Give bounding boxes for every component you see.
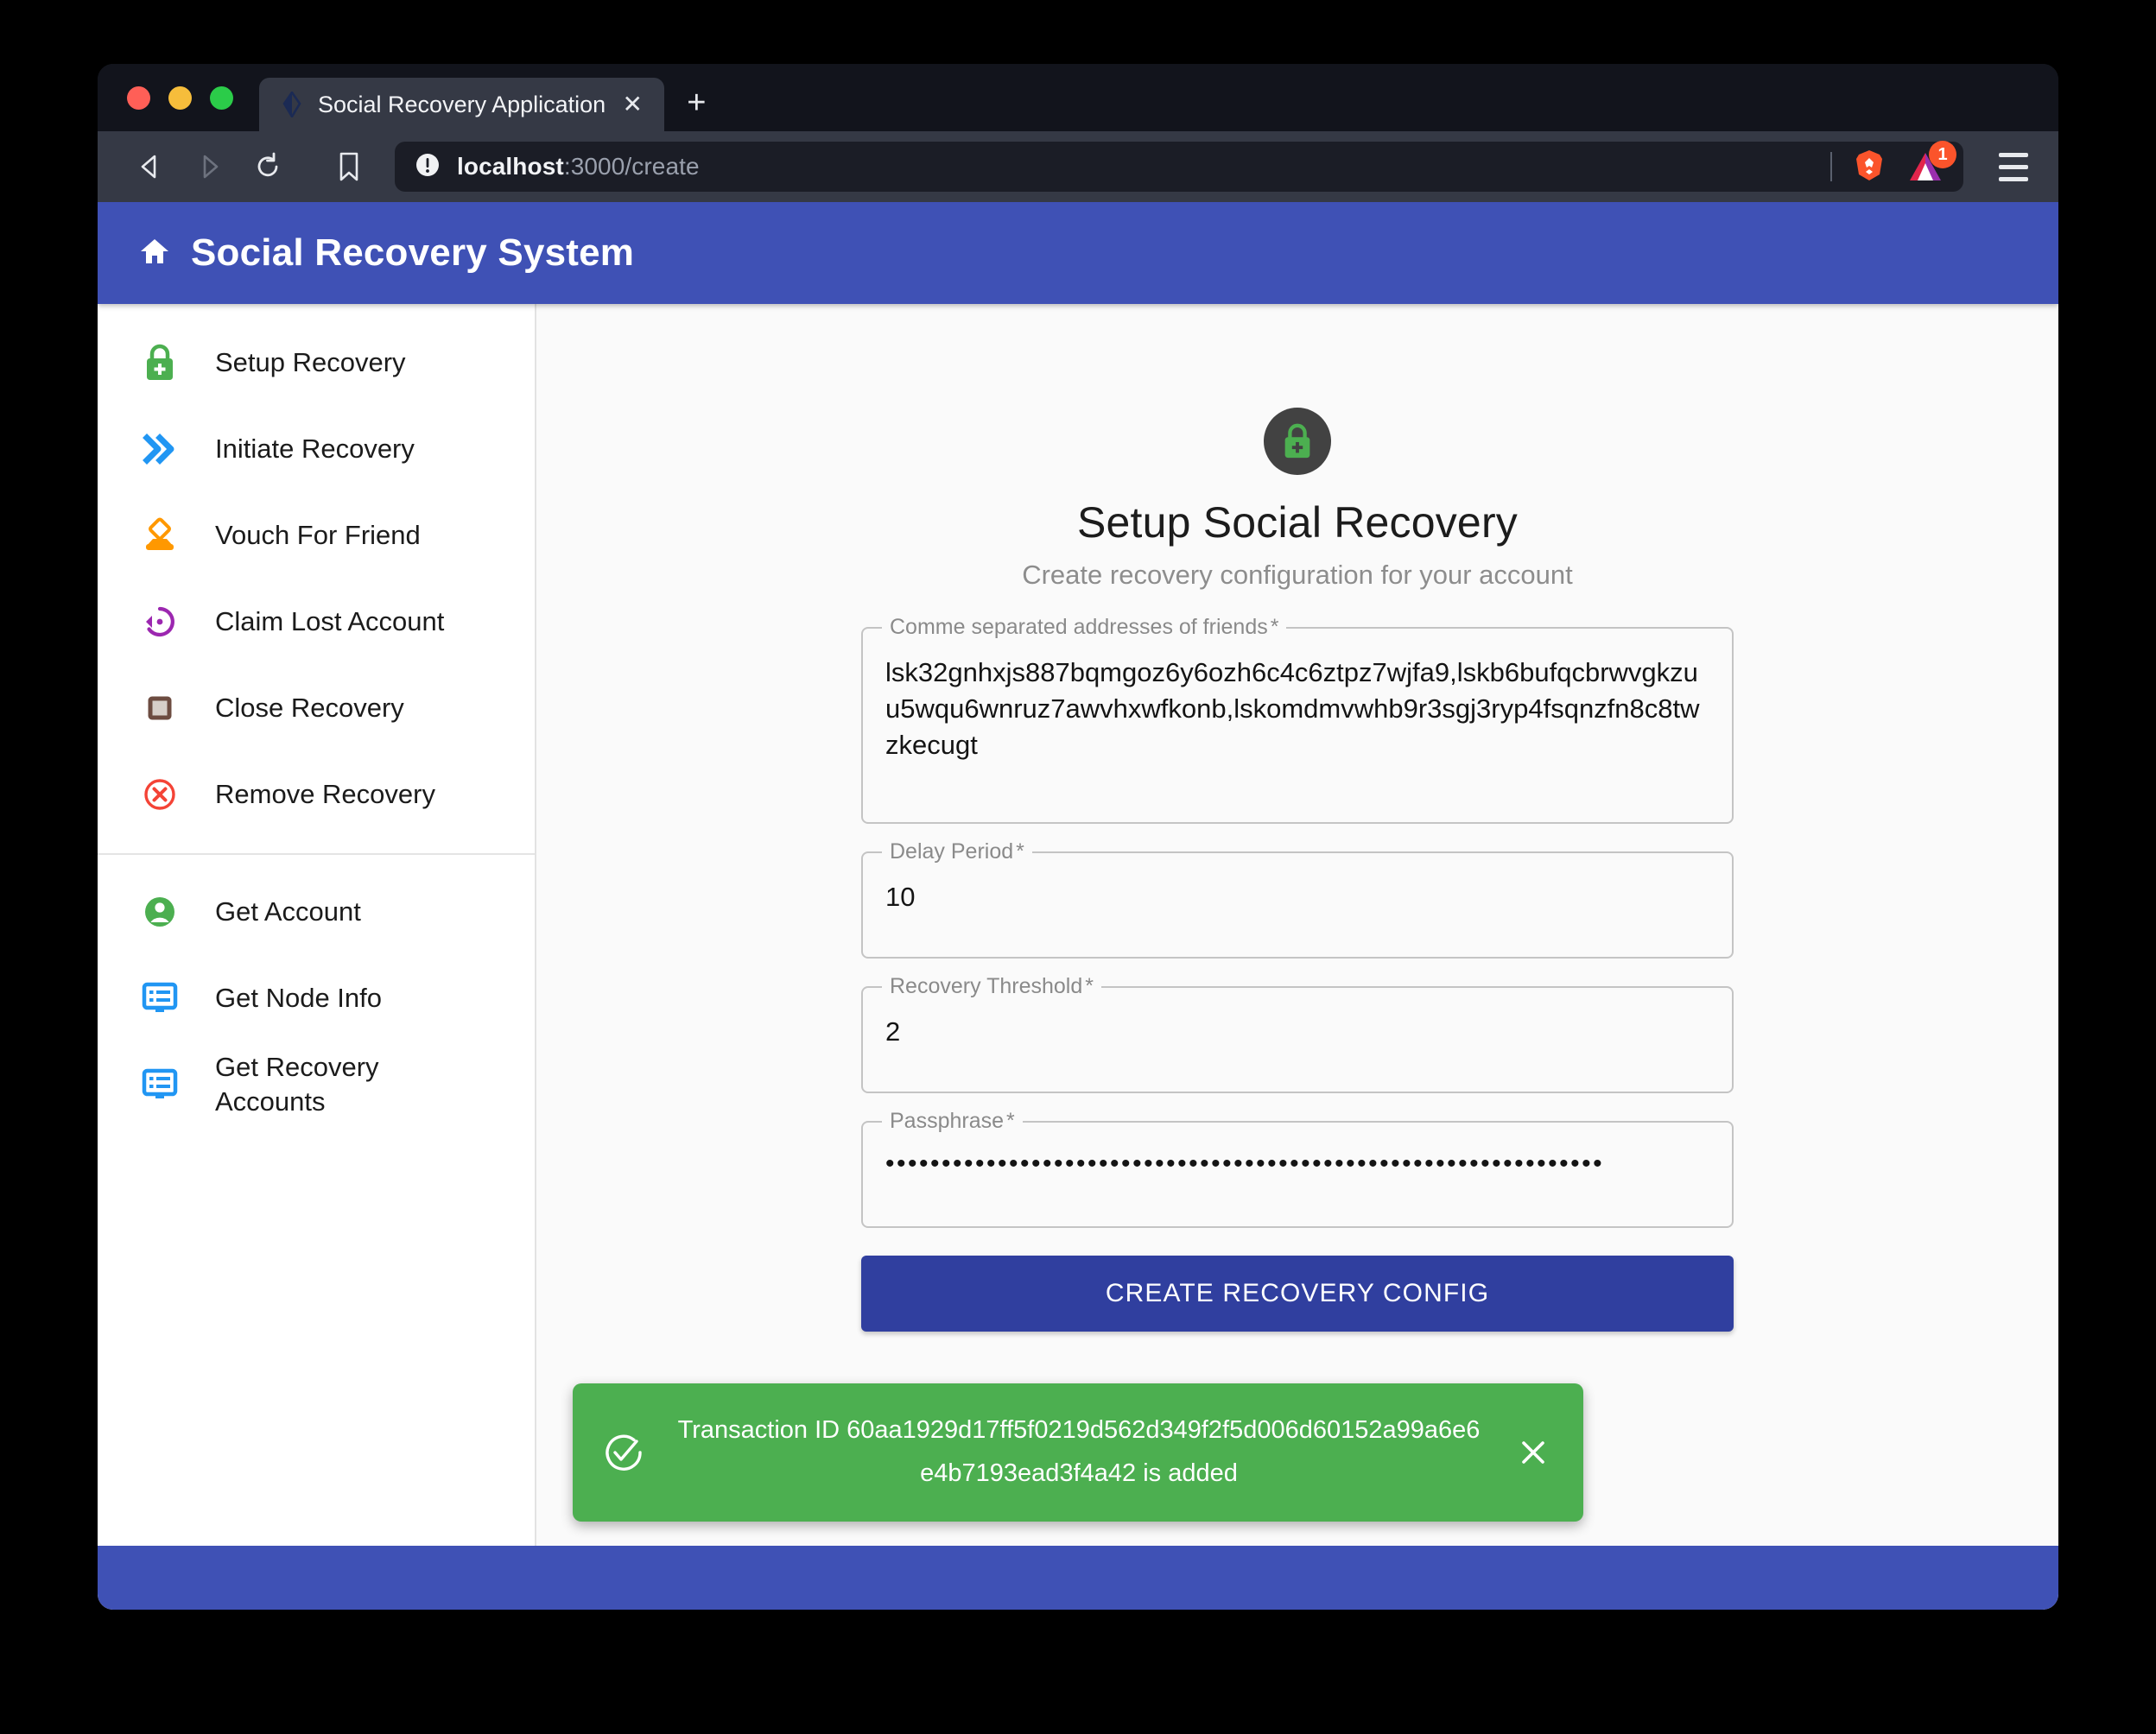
sidebar-item-remove-recovery[interactable]: Remove Recovery <box>98 751 535 838</box>
url-text: localhost:3000/create <box>457 153 700 180</box>
passphrase-field[interactable]: Passphrase * ••••••••••••••••••••••••••••… <box>861 1109 1734 1228</box>
vouch-upload-icon <box>137 513 182 558</box>
back-arrow-icon[interactable] <box>124 140 177 193</box>
window-traffic-lights <box>127 64 259 131</box>
bookmark-icon[interactable] <box>322 140 376 193</box>
new-tab-button[interactable]: + <box>687 86 706 119</box>
success-snackbar: Transaction ID 60aa1929d17ff5f0219d562d3… <box>573 1383 1583 1522</box>
node-list-icon <box>137 1062 182 1107</box>
lock-plus-icon <box>137 340 182 385</box>
sidebar-item-initiate-recovery[interactable]: Initiate Recovery <box>98 406 535 492</box>
bat-badge-count: 1 <box>1929 141 1956 168</box>
sidebar-item-label: Claim Lost Account <box>215 606 445 637</box>
setup-recovery-form: Setup Social Recovery Create recovery co… <box>861 408 1734 1546</box>
circle-x-icon <box>137 772 182 817</box>
sidebar-item-label: Initiate Recovery <box>215 434 415 465</box>
home-icon[interactable] <box>137 234 172 273</box>
lock-plus-icon <box>1264 408 1331 475</box>
form-title: Setup Social Recovery <box>1076 498 1518 547</box>
url-path: :3000/create <box>563 153 700 180</box>
bat-rewards-button[interactable]: 1 <box>1906 141 1956 184</box>
passphrase-label: Passphrase * <box>882 1109 1023 1134</box>
check-circle-icon <box>602 1431 645 1474</box>
app-footer <box>98 1546 2058 1610</box>
sidebar-item-label: Vouch For Friend <box>215 520 421 551</box>
address-bar[interactable]: localhost:3000/create 1 <box>395 141 1963 192</box>
sidebar-item-get-account[interactable]: Get Account <box>98 869 535 955</box>
sidebar-item-label: Remove Recovery <box>215 779 435 810</box>
tab-title: Social Recovery Application <box>318 91 606 117</box>
recovery-threshold-label: Recovery Threshold * <box>882 974 1101 999</box>
double-chevron-right-icon <box>137 427 182 471</box>
recovery-threshold-value: 2 <box>885 1016 901 1047</box>
snackbar-message: Transaction ID 60aa1929d17ff5f0219d562d3… <box>677 1416 1481 1488</box>
sidebar-item-label: Get Account <box>215 896 361 927</box>
sidebar: Setup Recovery Initiate Recovery Vouch F… <box>98 304 536 1546</box>
sidebar-item-get-recovery-accounts[interactable]: Get Recovery Accounts <box>98 1041 535 1128</box>
sidebar-divider <box>98 853 535 855</box>
brave-lion-icon[interactable] <box>1851 147 1887 187</box>
sidebar-item-close-recovery[interactable]: Close Recovery <box>98 665 535 751</box>
url-host: localhost <box>457 153 564 180</box>
page-viewport: Social Recovery System Setup Recovery In… <box>98 202 2058 1610</box>
passphrase-value: ••••••••••••••••••••••••••••••••••••••••… <box>885 1149 1605 1178</box>
sidebar-item-label: Close Recovery <box>215 693 404 724</box>
sidebar-item-get-node-info[interactable]: Get Node Info <box>98 955 535 1041</box>
sidebar-item-label: Get Node Info <box>215 983 383 1014</box>
recovery-threshold-field[interactable]: Recovery Threshold * 2 <box>861 974 1734 1093</box>
sidebar-item-label: Get Recovery Accounts <box>215 1052 379 1117</box>
friends-addresses-label: Comme separated addresses of friends * <box>882 615 1287 640</box>
browser-toolbar: localhost:3000/create 1 <box>98 131 2058 202</box>
delay-period-field[interactable]: Delay Period * 10 <box>861 839 1734 959</box>
site-info-icon[interactable] <box>414 151 441 183</box>
page-body: Setup Recovery Initiate Recovery Vouch F… <box>98 304 2058 1546</box>
maximize-window-button[interactable] <box>210 85 233 110</box>
browser-tab[interactable]: Social Recovery Application ✕ <box>259 78 665 131</box>
close-window-button[interactable] <box>127 85 150 110</box>
sidebar-item-setup-recovery[interactable]: Setup Recovery <box>98 320 535 406</box>
delay-period-label: Delay Period * <box>882 839 1032 864</box>
sidebar-item-label: Setup Recovery <box>215 347 406 378</box>
app-header: Social Recovery System <box>98 202 2058 304</box>
create-recovery-config-button[interactable]: CREATE RECOVERY CONFIG <box>861 1256 1734 1332</box>
account-circle-icon <box>137 889 182 934</box>
sidebar-item-claim-lost-account[interactable]: Claim Lost Account <box>98 579 535 665</box>
hamburger-menu-icon[interactable] <box>1991 152 2036 181</box>
friends-addresses-value: lsk32gnhxjs887bqmgoz6y6ozh6c4c6ztpz7wjfa… <box>885 657 1700 760</box>
friends-addresses-field[interactable]: Comme separated addresses of friends * ls… <box>861 615 1734 824</box>
restore-clock-icon <box>137 599 182 644</box>
node-list-icon <box>137 976 182 1021</box>
delay-period-value: 10 <box>885 882 916 912</box>
browser-window: Social Recovery Application ✕ + localhos… <box>98 64 2058 1610</box>
close-icon[interactable]: ✕ <box>619 92 645 117</box>
tab-strip: Social Recovery Application ✕ + <box>98 64 2058 131</box>
forward-arrow-icon[interactable] <box>182 140 236 193</box>
minimize-window-button[interactable] <box>168 85 192 110</box>
form-subtitle: Create recovery configuration for your a… <box>1022 560 1573 590</box>
reload-icon[interactable] <box>241 140 295 193</box>
page-title: Social Recovery System <box>191 231 635 274</box>
toolbar-divider <box>1830 152 1832 181</box>
close-icon[interactable] <box>1512 1432 1554 1473</box>
main-content: Setup Social Recovery Create recovery co… <box>536 304 2058 1546</box>
lisk-logo-icon <box>280 90 304 119</box>
stop-square-icon <box>137 686 182 731</box>
sidebar-item-vouch-for-friend[interactable]: Vouch For Friend <box>98 492 535 579</box>
